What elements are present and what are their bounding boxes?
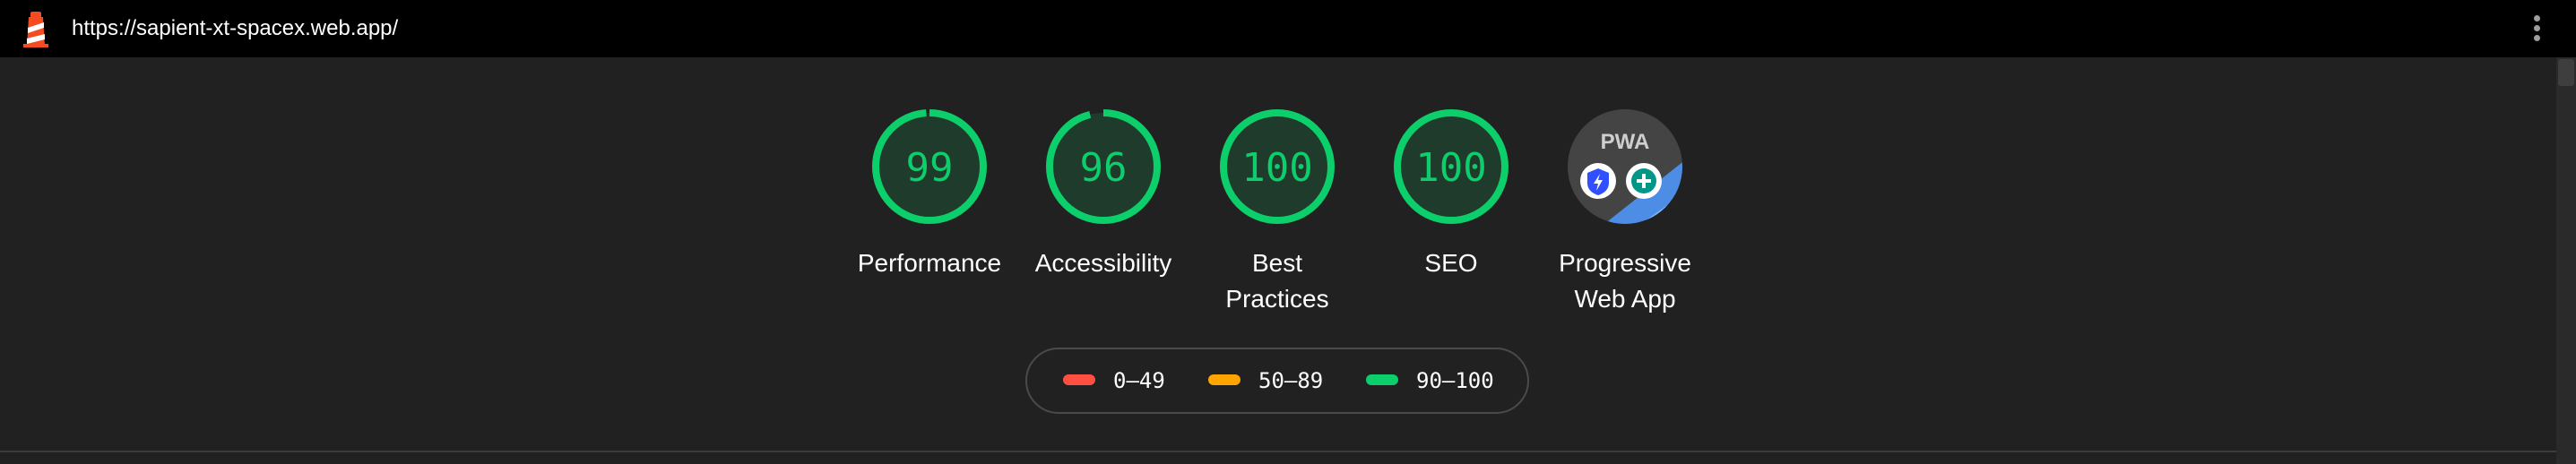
legend-swatch-orange	[1208, 374, 1240, 385]
lighthouse-icon	[23, 12, 48, 47]
gauge-score: 100	[1241, 145, 1312, 191]
legend-range: 0–49	[1113, 368, 1165, 393]
gauge-ring: 100	[1220, 109, 1335, 224]
scrollbar-thumb[interactable]	[2558, 59, 2574, 86]
legend-swatch-green	[1366, 374, 1398, 385]
gauge-ring: 96	[1046, 109, 1161, 224]
legend-swatch-red	[1063, 374, 1095, 385]
gauge-accessibility[interactable]: 96 Accessibility	[1014, 106, 1193, 281]
section-divider	[0, 451, 2556, 452]
fast-reliable-icon	[1580, 163, 1616, 199]
legend-range: 90–100	[1416, 368, 1494, 393]
gauge-score: 99	[906, 145, 954, 191]
top-bar: https://sapient-xt-spacex.web.app/	[0, 0, 2576, 57]
gauge-best-practices[interactable]: 100 Best Practices	[1188, 106, 1367, 317]
legend-item-pass: 90–100	[1366, 349, 1494, 412]
legend-item-average: 50–89	[1208, 349, 1323, 412]
gauge-label: Accessibility	[1034, 249, 1172, 277]
gauge-label: Performance	[857, 249, 1002, 277]
gauge-label: SEO	[1424, 249, 1478, 277]
legend-item-fail: 0–49	[1063, 349, 1165, 412]
page-url[interactable]: https://sapient-xt-spacex.web.app/	[72, 0, 398, 57]
gauge-label: Best Practices	[1225, 249, 1329, 313]
gauge-score: 96	[1080, 145, 1128, 191]
kebab-menu-icon[interactable]	[2526, 13, 2547, 45]
gauge-score: 100	[1415, 145, 1486, 191]
gauge-seo[interactable]: 100 SEO	[1361, 106, 1541, 281]
gauge-ring: 99	[872, 109, 987, 224]
score-legend: 0–49 50–89 90–100	[1025, 348, 1529, 414]
legend-range: 50–89	[1258, 368, 1324, 393]
gauge-pwa[interactable]: PWA Progressive Web App	[1535, 106, 1715, 317]
gauge-ring: 100	[1394, 109, 1508, 224]
installable-icon	[1626, 163, 1662, 199]
gauge-performance[interactable]: 99 Performance	[840, 106, 1019, 281]
gauge-label: Progressive Web App	[1559, 249, 1691, 313]
pwa-badge-text: PWA	[1601, 130, 1650, 154]
scrollbar[interactable]	[2556, 57, 2576, 464]
pwa-badge: PWA	[1568, 109, 1682, 224]
